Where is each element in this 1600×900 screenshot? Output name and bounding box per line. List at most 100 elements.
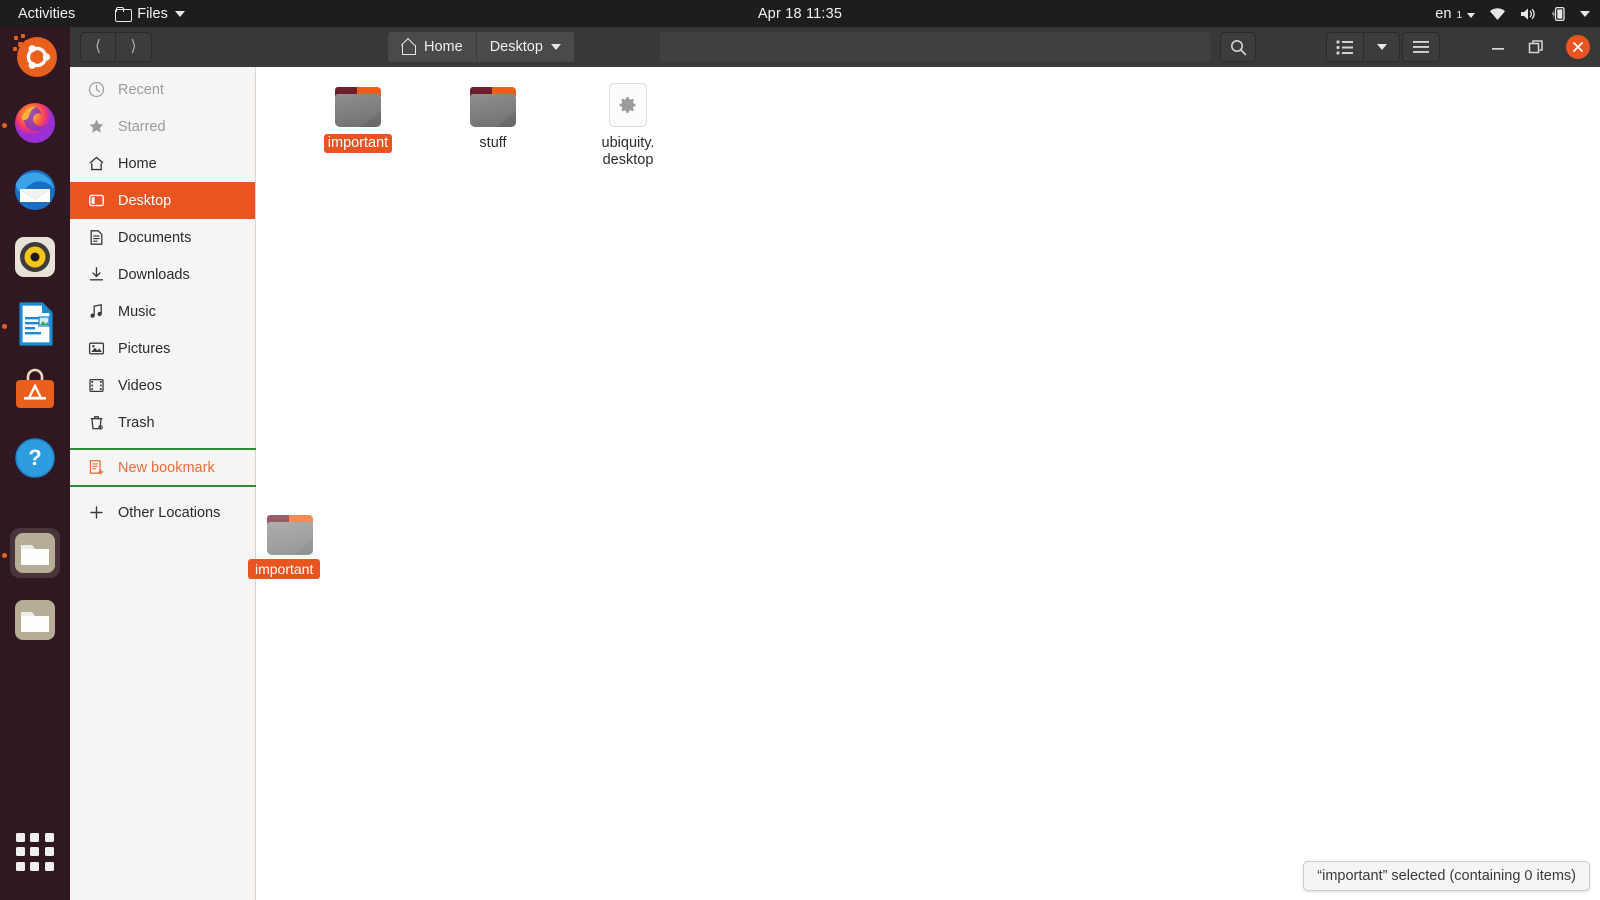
clock-icon — [88, 81, 105, 98]
list-view-button[interactable] — [1326, 32, 1364, 62]
file-item-important[interactable]: important — [299, 75, 417, 153]
sidebar-item-label: Videos — [118, 377, 163, 394]
navigation-buttons: ⟨ ⟩ — [80, 32, 152, 62]
sidebar-item-trash[interactable]: Trash — [70, 404, 255, 441]
drag-ghost-label: important — [248, 559, 321, 579]
sidebar-item-label: New bookmark — [118, 459, 215, 476]
search-icon — [1230, 39, 1246, 55]
drop-indicator-bottom — [70, 485, 256, 487]
sidebar-item-label: Trash — [118, 414, 155, 431]
desktop-root: Activities Files Apr 18 11:35 en 1 ? ⟨ ⟩… — [0, 0, 1600, 900]
app-grid-dot — [16, 861, 25, 871]
folder-icon — [470, 87, 516, 127]
app-grid-dot — [44, 847, 54, 857]
sidebar-item-desktop[interactable]: Desktop — [70, 182, 255, 219]
dock-item-help[interactable]: ? — [10, 433, 60, 483]
desktop-file-icon — [609, 83, 647, 127]
sidebar-item-videos[interactable]: Videos — [70, 367, 255, 404]
clock[interactable]: Apr 18 11:35 — [0, 6, 1600, 22]
dock-item-files-secondary[interactable] — [10, 595, 60, 645]
sidebar-item-other-locations[interactable]: Other Locations — [70, 494, 255, 531]
hamburger-menu-icon — [1413, 41, 1429, 53]
maximize-icon — [1528, 40, 1543, 54]
breadcrumb-label: Desktop — [489, 39, 543, 55]
file-icon-image — [569, 75, 687, 127]
wifi-icon[interactable] — [1489, 7, 1506, 21]
drop-indicator-top — [70, 448, 256, 450]
chevron-left-icon: ⟨ — [94, 38, 102, 55]
sidebar-item-documents[interactable]: Documents — [70, 219, 255, 256]
window-controls — [1490, 27, 1590, 67]
app-grid-dot — [30, 847, 40, 857]
file-label: ubiquity. desktop — [601, 135, 655, 168]
main-menu-button[interactable] — [1402, 32, 1440, 62]
dock-item-libreoffice-writer[interactable] — [10, 299, 60, 349]
keyboard-layout-indicator[interactable]: en 1 — [1435, 6, 1475, 22]
folder-icon — [335, 87, 381, 127]
header-bar: ⟨ ⟩ Home Desktop — [70, 27, 1600, 67]
sidebar-item-home[interactable]: Home — [70, 145, 255, 182]
chevron-right-icon: ⟩ — [130, 38, 137, 55]
path-bar-background — [660, 32, 1210, 62]
sidebar-item-label: Downloads — [118, 266, 190, 283]
sidebar-item-new-bookmark[interactable]: New bookmark — [70, 448, 256, 487]
sidebar-item-label: Music — [118, 303, 156, 320]
file-item-ubiquity-desktop[interactable]: ubiquity. desktop — [569, 75, 687, 170]
search-button[interactable] — [1220, 32, 1256, 62]
sidebar-item-label: Starred — [118, 118, 166, 135]
file-label: stuff — [479, 135, 507, 151]
chevron-down-icon — [1467, 12, 1475, 18]
breadcrumb-item-home[interactable]: Home — [388, 32, 477, 62]
dock-item-rhythmbox[interactable] — [10, 232, 60, 282]
forward-button[interactable]: ⟩ — [116, 32, 152, 62]
app-grid-dot — [16, 833, 25, 842]
breadcrumb-label: Home — [424, 39, 463, 55]
gnome-top-bar: Activities Files Apr 18 11:35 en 1 — [0, 0, 1600, 27]
dock-item-files[interactable] — [10, 528, 60, 578]
breadcrumb-item-desktop[interactable]: Desktop — [476, 32, 575, 62]
close-button[interactable] — [1566, 35, 1590, 59]
running-indicator-files — [2, 553, 7, 558]
videos-icon — [88, 377, 105, 394]
show-applications-button[interactable] — [16, 833, 54, 871]
dock-item-ubuntu-logo[interactable] — [10, 31, 60, 81]
dock-item-firefox[interactable] — [10, 98, 60, 148]
sidebar-item-downloads[interactable]: Downloads — [70, 256, 255, 293]
sidebar-item-recent[interactable]: Recent — [70, 71, 255, 108]
view-mode-controls — [1326, 32, 1400, 62]
minimize-button[interactable] — [1490, 40, 1506, 54]
app-grid-dot — [16, 847, 25, 857]
back-button[interactable]: ⟨ — [80, 32, 116, 62]
battery-charging-icon[interactable] — [1551, 6, 1566, 22]
sidebar-item-starred[interactable]: Starred — [70, 108, 255, 145]
sidebar-item-label: Recent — [118, 81, 164, 98]
app-grid-dot — [30, 861, 40, 871]
sidebar-item-label: Home — [118, 155, 157, 172]
file-item-stuff[interactable]: stuff — [434, 75, 552, 153]
sidebar-item-music[interactable]: Music — [70, 293, 255, 330]
chevron-down-icon[interactable] — [550, 44, 561, 50]
places-sidebar: Recent Starred Home Desktop Documents Do… — [70, 67, 256, 900]
sidebar-item-label: Pictures — [118, 340, 171, 357]
minimize-icon — [1492, 48, 1504, 50]
star-icon — [88, 118, 105, 135]
app-grid-dot — [44, 861, 54, 871]
home-icon — [401, 40, 416, 55]
desktop-icon — [88, 192, 105, 209]
system-menu-chevron-down-icon[interactable] — [1580, 10, 1590, 17]
nautilus-window: ⟨ ⟩ Home Desktop Recent Starred Home Des… — [70, 27, 1600, 900]
volume-icon[interactable] — [1520, 7, 1537, 21]
gear-icon — [619, 97, 636, 113]
new-bookmark-icon — [88, 459, 105, 476]
file-icon-view[interactable]: important stuff ubiquity. desktop — [257, 67, 1600, 900]
dock-item-thunderbird[interactable] — [10, 165, 60, 215]
view-options-button[interactable] — [1364, 32, 1400, 62]
music-icon — [88, 303, 105, 320]
keyboard-layout-label: en — [1435, 5, 1452, 22]
dock-item-ubuntu-software[interactable] — [10, 366, 60, 416]
maximize-button[interactable] — [1528, 39, 1544, 55]
file-label: important — [323, 134, 393, 153]
svg-text:?: ? — [28, 445, 41, 470]
documents-icon — [88, 229, 105, 246]
sidebar-item-pictures[interactable]: Pictures — [70, 330, 255, 367]
